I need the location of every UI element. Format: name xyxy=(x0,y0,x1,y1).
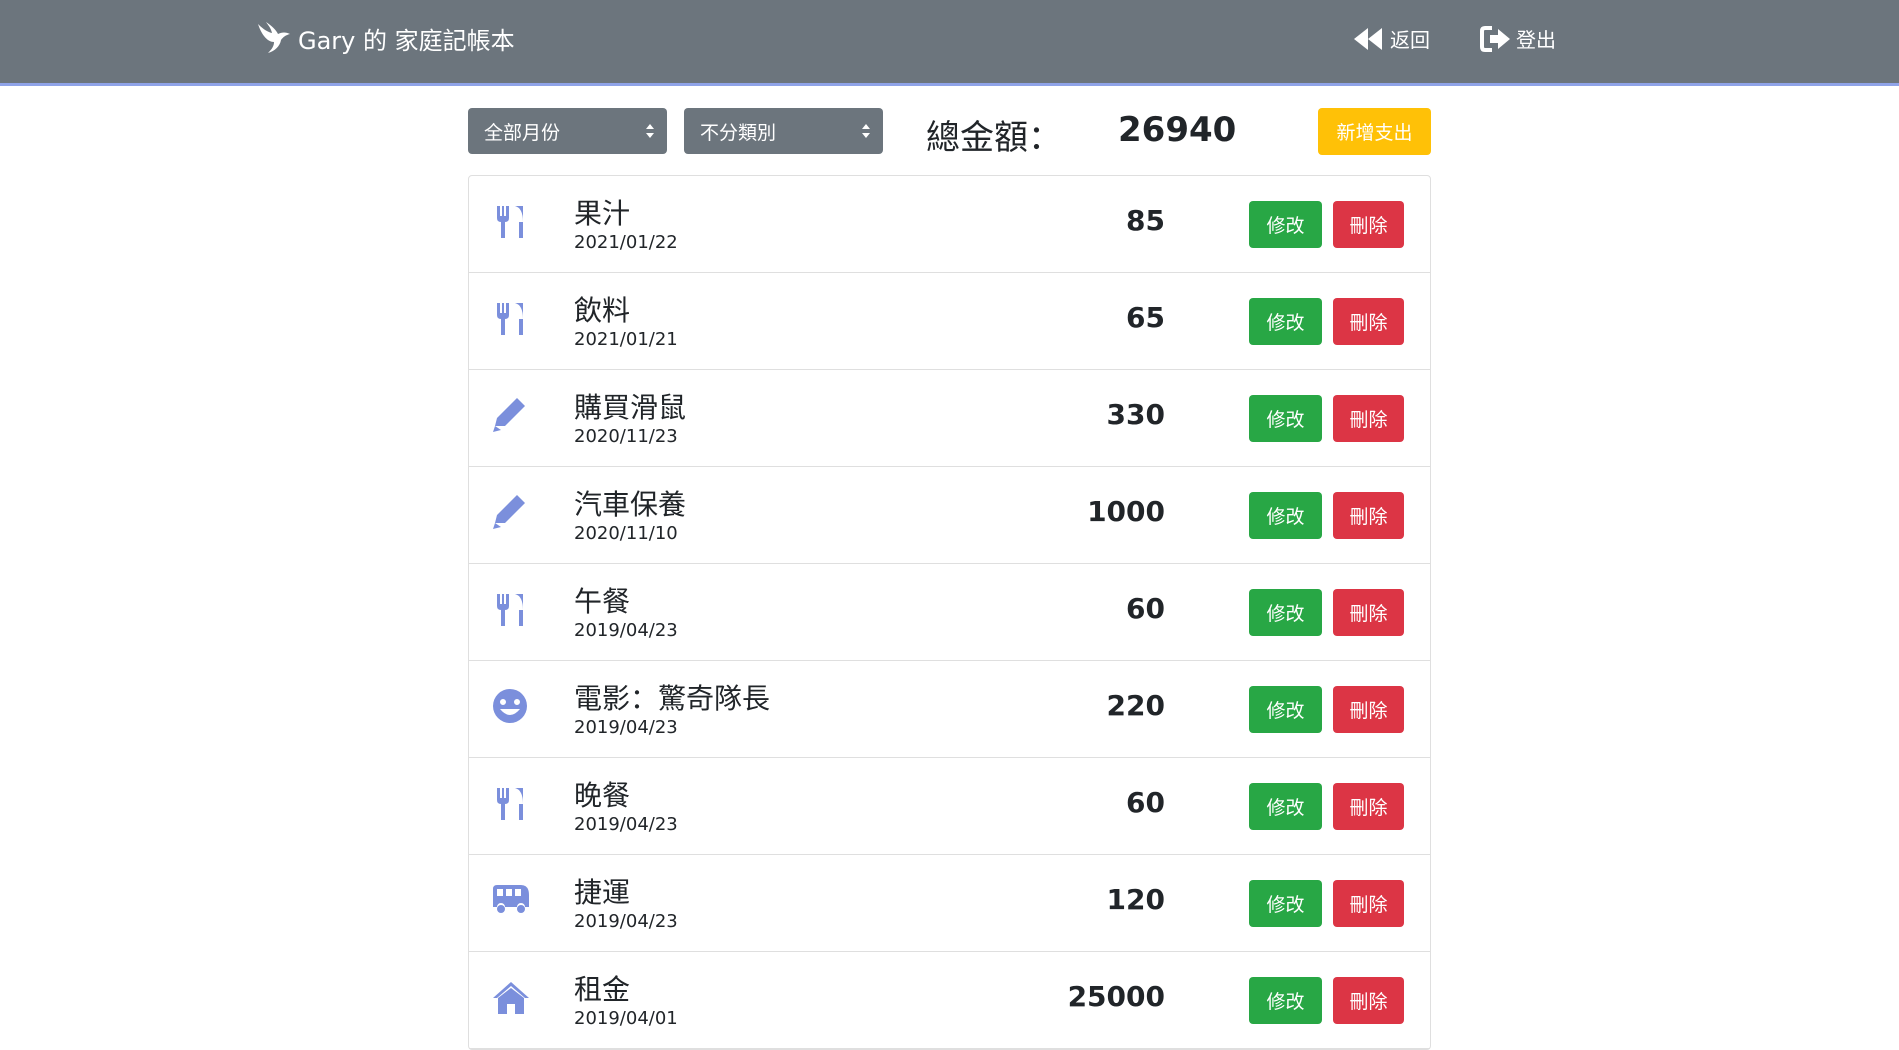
record-date: 2019/04/23 xyxy=(574,911,678,932)
logout-label: 登出 xyxy=(1516,28,1556,52)
pencil-icon xyxy=(493,495,525,529)
pencil-icon xyxy=(493,398,525,432)
record-name: 午餐 xyxy=(574,585,631,618)
record-name: 電影：驚奇隊長 xyxy=(574,682,771,715)
month-select-value: 全部月份 xyxy=(484,121,561,144)
delete-button[interactable]: 刪除 xyxy=(1333,880,1404,927)
delete-button[interactable]: 刪除 xyxy=(1333,395,1404,442)
record-date: 2019/04/01 xyxy=(574,1008,678,1029)
record-name: 飲料 xyxy=(574,294,631,327)
record-amount: 330 xyxy=(1106,398,1165,431)
record-name: 捷運 xyxy=(574,876,631,909)
brand[interactable]: Gary 的 家庭記帳本 xyxy=(256,18,515,58)
utensils-icon xyxy=(497,303,523,335)
record-date: 2019/04/23 xyxy=(574,717,678,738)
record-amount: 60 xyxy=(1126,592,1165,625)
record-date: 2020/11/10 xyxy=(574,523,678,544)
sign-out-icon xyxy=(1480,25,1510,52)
edit-button[interactable]: 修改 xyxy=(1249,298,1322,345)
delete-button[interactable]: 刪除 xyxy=(1333,686,1404,733)
record-row: 飲料 2021/01/21 65 修改 刪除 xyxy=(469,273,1430,370)
record-amount: 1000 xyxy=(1087,495,1165,528)
logout-link[interactable]: 登出 xyxy=(1480,24,1556,53)
record-name: 汽車保養 xyxy=(574,488,687,521)
record-row: 汽車保養 2020/11/10 1000 修改 刪除 xyxy=(469,467,1430,564)
edit-button[interactable]: 修改 xyxy=(1249,395,1322,442)
brand-title: Gary 的 家庭記帳本 xyxy=(298,26,515,55)
edit-button[interactable]: 修改 xyxy=(1249,492,1322,539)
record-amount: 60 xyxy=(1126,786,1165,819)
record-name: 購買滑鼠 xyxy=(574,391,687,424)
total-label: 總金額： xyxy=(926,118,1062,158)
bird-logo-icon xyxy=(258,22,290,53)
delete-button[interactable]: 刪除 xyxy=(1333,201,1404,248)
category-select[interactable]: 不分類別 xyxy=(684,108,883,154)
smile-icon xyxy=(493,689,527,723)
edit-button[interactable]: 修改 xyxy=(1249,880,1322,927)
record-date: 2019/04/23 xyxy=(574,814,678,835)
record-row: 電影：驚奇隊長 2019/04/23 220 修改 刪除 xyxy=(469,661,1430,758)
record-name: 果汁 xyxy=(574,197,631,230)
bus-icon xyxy=(493,885,529,913)
delete-button[interactable]: 刪除 xyxy=(1333,977,1404,1024)
record-amount: 120 xyxy=(1106,883,1165,916)
delete-button[interactable]: 刪除 xyxy=(1333,492,1404,539)
utensils-icon xyxy=(497,594,523,626)
record-row: 購買滑鼠 2020/11/23 330 修改 刪除 xyxy=(469,370,1430,467)
back-label: 返回 xyxy=(1390,28,1430,52)
record-date: 2020/11/23 xyxy=(574,426,678,447)
category-select-value: 不分類別 xyxy=(700,121,777,144)
select-caret-icon xyxy=(862,124,870,138)
record-amount: 85 xyxy=(1126,204,1165,237)
record-amount: 65 xyxy=(1126,301,1165,334)
back-link[interactable]: 返回 xyxy=(1352,24,1430,53)
edit-button[interactable]: 修改 xyxy=(1249,977,1322,1024)
record-date: 2019/04/23 xyxy=(574,620,678,641)
record-row: 租金 2019/04/01 25000 修改 刪除 xyxy=(469,952,1430,1049)
record-row: 晚餐 2019/04/23 60 修改 刪除 xyxy=(469,758,1430,855)
record-name: 晚餐 xyxy=(574,779,631,812)
edit-button[interactable]: 修改 xyxy=(1249,589,1322,636)
record-list: 果汁 2021/01/22 85 修改 刪除 飲料 2021/01/21 65 … xyxy=(468,175,1431,1050)
utensils-icon xyxy=(497,206,523,238)
home-icon xyxy=(493,982,529,1014)
utensils-icon xyxy=(497,788,523,820)
edit-button[interactable]: 修改 xyxy=(1249,686,1322,733)
delete-button[interactable]: 刪除 xyxy=(1333,783,1404,830)
record-date: 2021/01/21 xyxy=(574,329,678,350)
record-row: 午餐 2019/04/23 60 修改 刪除 xyxy=(469,564,1430,661)
record-row: 果汁 2021/01/22 85 修改 刪除 xyxy=(469,176,1430,273)
month-select[interactable]: 全部月份 xyxy=(468,108,667,154)
record-row: 捷運 2019/04/23 120 修改 刪除 xyxy=(469,855,1430,952)
edit-button[interactable]: 修改 xyxy=(1249,201,1322,248)
record-name: 租金 xyxy=(574,973,631,1006)
edit-button[interactable]: 修改 xyxy=(1249,783,1322,830)
backward-icon xyxy=(1354,27,1382,50)
select-caret-icon xyxy=(646,124,654,138)
total-amount: 26940 xyxy=(1118,110,1237,150)
record-amount: 220 xyxy=(1106,689,1165,722)
record-date: 2021/01/22 xyxy=(574,232,678,253)
delete-button[interactable]: 刪除 xyxy=(1333,298,1404,345)
navbar: Gary 的 家庭記帳本 返回 登出 xyxy=(0,0,1899,86)
delete-button[interactable]: 刪除 xyxy=(1333,589,1404,636)
toolbar: 全部月份 不分類別 總金額： 26940 新增支出 xyxy=(468,108,1431,158)
add-expense-button[interactable]: 新增支出 xyxy=(1318,108,1431,155)
record-amount: 25000 xyxy=(1067,980,1165,1013)
